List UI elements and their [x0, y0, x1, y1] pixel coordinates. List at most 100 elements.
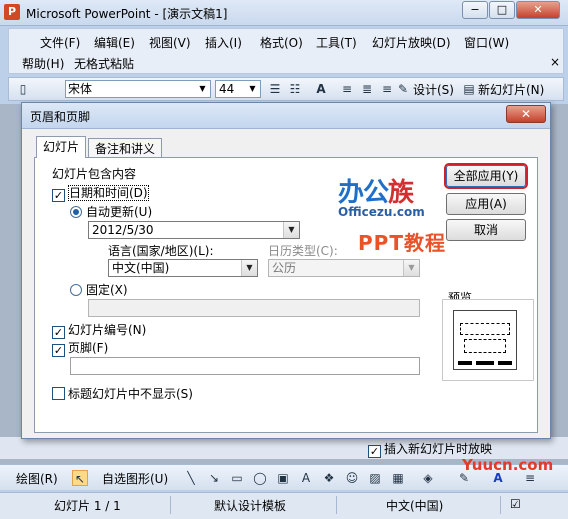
wordart-icon[interactable]: A	[298, 470, 314, 486]
minimize-button[interactable]: −	[462, 1, 488, 19]
design-template-status: 默认设计模板	[214, 499, 287, 513]
menu-close-icon[interactable]: ×	[547, 54, 563, 70]
footer-checkbox[interactable]: ✓ 页脚(F)	[52, 339, 108, 357]
menu-tools[interactable]: 工具(T)	[313, 33, 360, 52]
status-separator	[336, 496, 337, 514]
footer-text-input[interactable]	[70, 357, 420, 375]
autoshapes-button[interactable]: 自选图形(U)	[102, 470, 168, 487]
header-footer-dialog: 页眉和页脚 ✕ 幻灯片 备注和讲义 幻灯片包含内容 ✓ 日期和时间(D) 自动更新…	[21, 102, 551, 439]
preview-footer-placeholder	[476, 361, 494, 365]
hide-on-title-slide-label: 标题幻灯片中不显示(S)	[68, 387, 193, 401]
new-slide-show-label: 插入新幻灯片时放映	[384, 442, 493, 456]
new-slide-button[interactable]: 新幻灯片(N)	[478, 81, 544, 98]
menu-paste-unformatted[interactable]: 无格式粘贴	[71, 54, 137, 73]
grow-font-icon[interactable]: A	[313, 81, 329, 97]
chevron-down-icon: ▼	[241, 260, 257, 276]
slide-number-checkbox[interactable]: ✓ 幻灯片编号(N)	[52, 321, 146, 339]
bullet-list-icon[interactable]: ☷	[287, 81, 303, 97]
numbered-list-icon[interactable]: ☰	[267, 81, 283, 97]
app-title: Microsoft PowerPoint - [演示文稿1]	[26, 7, 228, 21]
apply-button[interactable]: 应用(A)	[446, 193, 526, 215]
draw-menu-button[interactable]: 绘图(R)	[16, 470, 58, 487]
oval-icon[interactable]: ◯	[252, 470, 268, 486]
hide-on-title-slide-checkbox[interactable]: 标题幻灯片中不显示(S)	[52, 385, 193, 402]
officezu-watermark: 办公族 Officezu.com	[338, 172, 425, 219]
font-value: 宋体	[68, 82, 93, 96]
calendar-type-label: 日历类型(C):	[268, 244, 338, 258]
watermark-brand-a: 办公	[338, 178, 389, 208]
auto-update-radio[interactable]: 自动更新(U)	[70, 203, 152, 220]
font-select[interactable]: 宋体 ▼	[65, 80, 211, 98]
powerpoint-icon: P	[4, 4, 20, 20]
fixed-label: 固定(X)	[86, 283, 128, 297]
tab-notes-handouts[interactable]: 备注和讲义	[88, 138, 163, 158]
fixed-date-input	[88, 299, 420, 317]
checkbox-checked-icon: ✓	[368, 445, 381, 458]
align-left-icon[interactable]: ≡	[339, 81, 355, 97]
menu-edit[interactable]: 编辑(E)	[91, 33, 138, 52]
diagram-icon[interactable]: ❖	[321, 470, 337, 486]
footer-label: 页脚(F)	[68, 341, 109, 355]
cancel-button[interactable]: 取消	[446, 219, 526, 241]
status-separator	[170, 496, 171, 514]
rectangle-icon[interactable]: ▭	[229, 470, 245, 486]
fill-color-icon[interactable]: ◈	[420, 470, 436, 486]
slide-count-status: 幻灯片 1 / 1	[54, 499, 121, 513]
picture-icon[interactable]: ▨	[367, 470, 383, 486]
insert-picture-icon[interactable]: ▦	[390, 470, 406, 486]
calendar-type-value: 公历	[272, 261, 297, 275]
line-icon[interactable]: ╲	[183, 470, 199, 486]
watermark-url: Officezu.com	[338, 205, 425, 219]
select-arrow-icon[interactable]: ↖	[72, 470, 88, 486]
menu-view[interactable]: 视图(V)	[146, 33, 194, 52]
design-icon: ✎	[397, 82, 409, 96]
formatting-toolbar: ▯ 宋体 ▼ 44 ▼ ☰ ☷ A ≡ ≣ ≡ ✎ 设计(S) ▤ 新幻灯片(N…	[8, 77, 564, 101]
chevron-down-icon: ▼	[283, 222, 299, 238]
menu-file[interactable]: 文件(F)	[37, 33, 83, 52]
clipart-icon[interactable]: ☺	[344, 470, 360, 486]
menu-slideshow[interactable]: 幻灯片放映(D)	[369, 33, 454, 52]
design-button[interactable]: 设计(S)	[413, 81, 454, 98]
checkbox-checked-icon: ✓	[52, 189, 65, 202]
preview-slide	[453, 310, 517, 370]
align-center-icon[interactable]: ≣	[359, 81, 375, 97]
checkbox-checked-icon: ✓	[52, 344, 65, 357]
preview-date-placeholder	[458, 361, 472, 365]
language-status: 中文(中国)	[386, 499, 444, 513]
menu-help[interactable]: 帮助(H)	[19, 54, 67, 73]
dialog-title: 页眉和页脚	[30, 110, 91, 124]
yuucn-watermark: Yuucn.com	[462, 456, 554, 474]
new-document-icon[interactable]: ▯	[15, 81, 31, 97]
maximize-button[interactable]: □	[489, 1, 515, 19]
dialog-titlebar: 页眉和页脚 ✕	[22, 103, 550, 129]
menu-format[interactable]: 格式(O)	[257, 33, 306, 52]
font-size-select[interactable]: 44 ▼	[215, 80, 261, 98]
arrow-icon[interactable]: ↘	[206, 470, 222, 486]
apply-to-all-button[interactable]: 全部应用(Y)	[446, 165, 526, 187]
calendar-type-select: 公历 ▼	[268, 259, 420, 277]
preview-title-placeholder	[460, 323, 510, 335]
language-value: 中文(中国)	[112, 261, 170, 275]
align-right-icon[interactable]: ≡	[379, 81, 395, 97]
textbox-icon[interactable]: ▣	[275, 470, 291, 486]
new-slide-icon: ▤	[463, 82, 475, 96]
app-titlebar: P Microsoft PowerPoint - [演示文稿1] − □ ✕	[0, 0, 568, 26]
preview-number-placeholder	[498, 361, 512, 365]
language-label: 语言(国家/地区)(L):	[108, 244, 214, 258]
status-separator	[500, 496, 501, 514]
date-format-select[interactable]: 2012/5/30 ▼	[88, 221, 300, 239]
close-button[interactable]: ✕	[516, 1, 560, 19]
slide-number-label: 幻灯片编号(N)	[68, 323, 147, 337]
menu-insert[interactable]: 插入(I)	[202, 33, 245, 52]
language-select[interactable]: 中文(中国) ▼	[108, 259, 258, 277]
spelling-check-icon[interactable]: ☑	[510, 497, 521, 511]
chevron-down-icon: ▼	[403, 260, 419, 276]
chevron-down-icon: ▼	[199, 84, 206, 93]
date-time-checkbox[interactable]: ✓ 日期和时间(D)	[52, 184, 149, 202]
tab-slide[interactable]: 幻灯片	[36, 136, 87, 158]
fixed-radio[interactable]: 固定(X)	[70, 281, 128, 298]
menu-window[interactable]: 窗口(W)	[461, 33, 512, 52]
preview-box	[442, 299, 534, 381]
font-size-value: 44	[219, 82, 235, 96]
dialog-close-button[interactable]: ✕	[506, 105, 546, 123]
